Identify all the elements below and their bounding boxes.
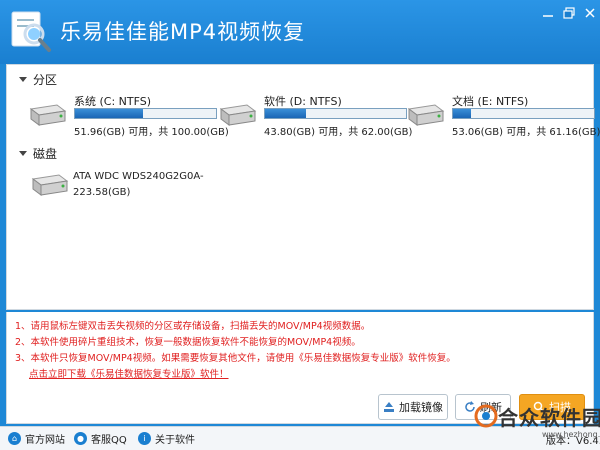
note-2: 2、本软件使用碎片重组技术，恢复一般数据恢复软件不能恢复的MOV/MP4视频。 [15,337,361,348]
partition-name: 文档 (E: NTFS) [452,95,529,108]
partition-capacity: 43.80(GB) 可用，共 62.00(GB) [264,127,413,138]
hard-drive-icon[interactable] [29,173,69,197]
watermark-text: 合众软件园 [498,406,600,430]
partition-item-c[interactable]: 系统 (C: NTFS) 51.96(GB) 可用，共 100.00(GB) [27,93,229,138]
app-title: 乐易佳佳能MP4视频恢复 [60,20,306,44]
partition-capacity: 51.96(GB) 可用，共 100.00(GB) [74,127,229,138]
maximize-icon[interactable] [561,6,577,20]
load-image-button[interactable]: 加载镜像 [378,394,448,420]
hard-drive-icon [29,104,67,126]
hard-drive-icon [407,104,445,126]
usage-bar-fill [453,109,472,118]
partition-section-header[interactable]: 分区 [19,71,57,88]
usage-bar-fill [75,109,143,118]
partition-item-d[interactable]: 软件 (D: NTFS) 43.80(GB) 可用，共 62.00(GB) [217,93,412,138]
info-icon: i [138,432,151,445]
app-logo-icon [11,11,51,52]
about-link[interactable]: i 关于软件 [138,431,195,446]
usage-bar [264,108,407,119]
website-label: 官方网站 [25,435,65,446]
usage-bar [74,108,217,119]
qq-label: 客服QQ [91,435,127,446]
watermark: 合众软件园 www.hezhong.net [470,396,600,450]
partition-capacity: 53.06(GB) 可用，共 61.16(GB) [452,127,600,138]
disk-size: 223.58(GB) [73,187,131,198]
note-3: 3、本软件只恢复MOV/MP4视频。如果需要恢复其他文件，请使用《乐易佳数据恢复… [15,353,456,364]
disk-label: 磁盘 [33,147,58,161]
partition-item-e[interactable]: 文档 (E: NTFS) 53.06(GB) 可用，共 61.16(GB) [405,93,600,138]
qq-link[interactable]: ● 客服QQ [74,431,127,446]
hard-drive-icon [219,104,257,126]
note-1: 1、请用鼠标左键双击丢失视频的分区或存储设备，扫描丢失的MOV/MP4视频数据。 [15,321,371,332]
collapse-icon[interactable] [19,77,27,82]
drive-panel: 分区 系统 (C: NTFS) 51.96(GB) 可用，共 100.00(GB… [6,64,600,310]
website-link[interactable]: ⌂ 官方网站 [8,431,65,446]
usage-bar-fill [265,109,306,118]
collapse-icon[interactable] [19,151,27,156]
watermark-logo-icon [474,404,498,428]
usage-bar [452,108,595,119]
disk-name[interactable]: ATA WDC WDS240G2G0A- [73,171,204,182]
about-label: 关于软件 [155,435,195,446]
minimize-icon[interactable] [540,6,556,20]
qq-icon: ● [74,432,87,445]
watermark-url: www.hezhong.net [542,430,600,439]
partition-label: 分区 [33,73,58,87]
upload-icon [384,402,394,412]
partition-name: 软件 (D: NTFS) [264,95,342,108]
title-bar: 乐易佳佳能MP4视频恢复 [0,0,600,64]
close-icon[interactable] [582,6,598,20]
download-link[interactable]: 点击立即下载《乐易佳数据恢复专业版》软件！ [29,366,229,380]
home-icon: ⌂ [8,432,21,445]
disk-section-header[interactable]: 磁盘 [19,145,57,162]
partition-name: 系统 (C: NTFS) [74,95,152,108]
load-image-label: 加载镜像 [399,401,443,414]
